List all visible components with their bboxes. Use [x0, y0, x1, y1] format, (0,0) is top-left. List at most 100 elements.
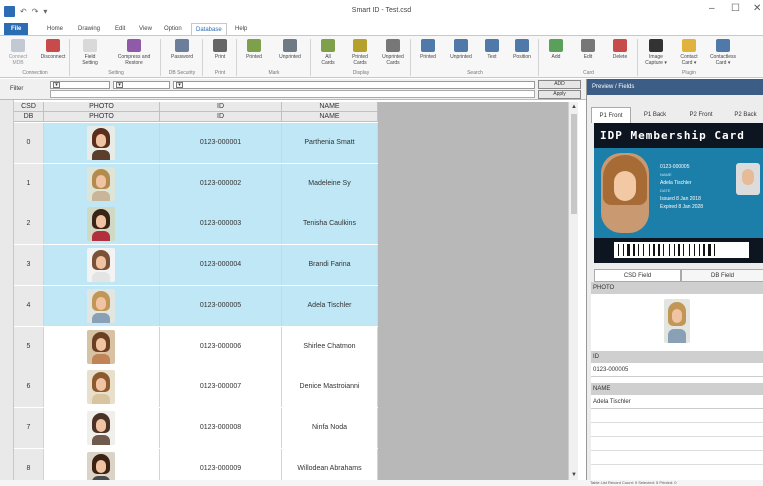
id-cell[interactable]: 0123-000005	[160, 285, 282, 326]
header-index[interactable]: CSD	[14, 102, 44, 112]
ribbon-button-printed-mark[interactable]: Printed	[238, 39, 270, 60]
ribbon-button-search-position[interactable]: Position	[508, 39, 536, 60]
id-cell[interactable]: 0123-000007	[160, 367, 282, 408]
header-name[interactable]: NAME	[282, 112, 378, 122]
table-row[interactable]: 3 0123-000004 Brandi Farina	[14, 245, 378, 286]
scroll-thumb[interactable]	[571, 114, 577, 214]
tab-db-field[interactable]: DB Field	[681, 269, 763, 282]
id-cell[interactable]: 0123-000001	[160, 123, 282, 163]
name-cell[interactable]: Ninfa Noda	[282, 407, 378, 448]
tab-p1-front[interactable]: P1 Front	[591, 107, 631, 123]
photo-cell[interactable]	[44, 204, 160, 245]
ribbon-button-search-printed[interactable]: Printed	[413, 39, 443, 60]
name-cell[interactable]: Brandi Farina	[282, 245, 378, 286]
id-cell[interactable]: 0123-000004	[160, 245, 282, 286]
tab-p2-front[interactable]: P2 Front	[680, 107, 722, 123]
delete-card-icon	[613, 39, 627, 52]
id-cell[interactable]: 0123-000009	[160, 448, 282, 480]
tab-p2-back[interactable]: P2 Back	[727, 107, 763, 123]
minimize-button[interactable]: –	[709, 3, 715, 14]
field-value-id[interactable]: 0123-000005	[591, 363, 763, 377]
name-cell[interactable]: Tenisha Caulkins	[282, 204, 378, 245]
tab-home[interactable]: Home	[43, 23, 67, 35]
ribbon-button-search-unprinted[interactable]: Unprinted	[445, 39, 477, 60]
tab-edit[interactable]: Edit	[111, 23, 129, 35]
field-value-name[interactable]: Adela Tischler	[591, 395, 763, 409]
photo-cell[interactable]	[44, 448, 160, 480]
filter-value-select[interactable]: ▾	[173, 81, 535, 89]
table-row[interactable]: 4 0123-000005 Adela Tischler	[14, 285, 378, 326]
scroll-up-icon[interactable]: ▲	[570, 103, 578, 111]
scroll-down-icon[interactable]: ▼	[570, 471, 578, 479]
ribbon-button-compress[interactable]: Compress and Restore	[110, 39, 158, 66]
tab-p1-back[interactable]: P1 Back	[635, 107, 675, 123]
header-name[interactable]: NAME	[282, 102, 378, 112]
name-cell[interactable]: Parthenia Smatt	[282, 123, 378, 163]
filter-column-select-1[interactable]: ▾	[50, 81, 110, 89]
ribbon-button-edit-card[interactable]: Edit	[573, 39, 603, 60]
ribbon-button-field-setting[interactable]: Field Setting	[73, 39, 107, 66]
ribbon-button-delete-card[interactable]: Delete	[604, 39, 636, 60]
close-button[interactable]: ✕	[753, 3, 761, 14]
ribbon-button-contactless[interactable]: Contactless Card ▾	[705, 39, 741, 66]
member-photo	[87, 166, 115, 201]
id-cell[interactable]: 0123-000008	[160, 407, 282, 448]
tab-csd-field[interactable]: CSD Field	[594, 269, 681, 282]
name-cell[interactable]: Willodean Abrahams	[282, 448, 378, 480]
filter-input[interactable]	[50, 90, 535, 98]
photo-cell[interactable]	[44, 285, 160, 326]
ribbon-button-database-disconnect[interactable]: Disconnect	[36, 39, 70, 60]
ribbon-button-search-text[interactable]: Text	[478, 39, 506, 60]
status-bar: Table List Record Count: 9 Selected: 5 P…	[0, 480, 763, 486]
table-row[interactable]: 7 0123-000008 Ninfa Noda	[14, 407, 378, 448]
ribbon-button-printed-cards[interactable]: Printed Cards	[345, 39, 375, 66]
ribbon-button-unprinted-cards[interactable]: Unprinted Cards	[377, 39, 409, 66]
card-photo	[601, 153, 649, 233]
ribbon-button-database-connect[interactable]: Connect MDB	[2, 39, 34, 66]
ribbon-button-label: Printed	[420, 54, 436, 60]
tab-file[interactable]: File	[4, 23, 29, 35]
photo-cell[interactable]	[44, 163, 160, 204]
table-row[interactable]: 5 0123-000006 Shirlee Chatmon	[14, 326, 378, 367]
vertical-scrollbar[interactable]: ▲ ▼	[568, 102, 578, 480]
maximize-button[interactable]: ☐	[731, 3, 740, 14]
id-cell[interactable]: 0123-000006	[160, 326, 282, 367]
photo-cell[interactable]	[44, 367, 160, 408]
header-id[interactable]: ID	[160, 102, 282, 112]
tab-help[interactable]: Help	[231, 23, 251, 35]
ribbon-button-add-card[interactable]: Add	[541, 39, 571, 60]
table-row[interactable]: 2 0123-000003 Tenisha Caulkins	[14, 204, 378, 245]
ribbon-button-unprinted-mark[interactable]: Unprinted	[272, 39, 308, 60]
photo-cell[interactable]	[44, 123, 160, 163]
header-photo[interactable]: PHOTO	[44, 112, 160, 122]
photo-cell[interactable]	[44, 407, 160, 448]
header-id[interactable]: ID	[160, 112, 282, 122]
tab-database[interactable]: Database	[191, 23, 227, 35]
ribbon-button-print[interactable]: Print	[205, 39, 235, 60]
card-fields: 0123-000005 NAME Adela Tischler DATE Iss…	[660, 163, 703, 211]
table-row[interactable]: 6 0123-000007 Denice Mastroianni	[14, 367, 378, 408]
ribbon-button-all-cards[interactable]: All Cards	[313, 39, 343, 66]
add-filter-button[interactable]: ADD	[538, 80, 581, 89]
ribbon-button-camera[interactable]: Image Capture ▾	[640, 39, 672, 66]
tab-drawing[interactable]: Drawing	[74, 23, 104, 35]
table-row[interactable]: 1 0123-000002 Madeleine Sy	[14, 163, 378, 204]
name-cell[interactable]: Shirlee Chatmon	[282, 326, 378, 367]
header-index[interactable]: DB	[14, 112, 44, 122]
photo-cell[interactable]	[44, 326, 160, 367]
table-row[interactable]: 8 0123-000009 Willodean Abrahams	[14, 448, 378, 480]
ribbon-button-contact-card[interactable]: Contact Card ▾	[674, 39, 704, 66]
id-cell[interactable]: 0123-000002	[160, 163, 282, 204]
photo-cell[interactable]	[44, 245, 160, 286]
ribbon-button-password[interactable]: Password	[163, 39, 201, 60]
name-cell[interactable]: Denice Mastroianni	[282, 367, 378, 408]
apply-filter-button[interactable]: Apply	[538, 90, 581, 99]
header-photo[interactable]: PHOTO	[44, 102, 160, 112]
name-cell[interactable]: Adela Tischler	[282, 285, 378, 326]
name-cell[interactable]: Madeleine Sy	[282, 163, 378, 204]
table-row[interactable]: 0 0123-000001 Parthenia Smatt	[14, 123, 378, 163]
filter-column-select-2[interactable]: ▾	[113, 81, 170, 89]
tab-view[interactable]: View	[135, 23, 156, 35]
tab-option[interactable]: Option	[160, 23, 186, 35]
id-cell[interactable]: 0123-000003	[160, 204, 282, 245]
